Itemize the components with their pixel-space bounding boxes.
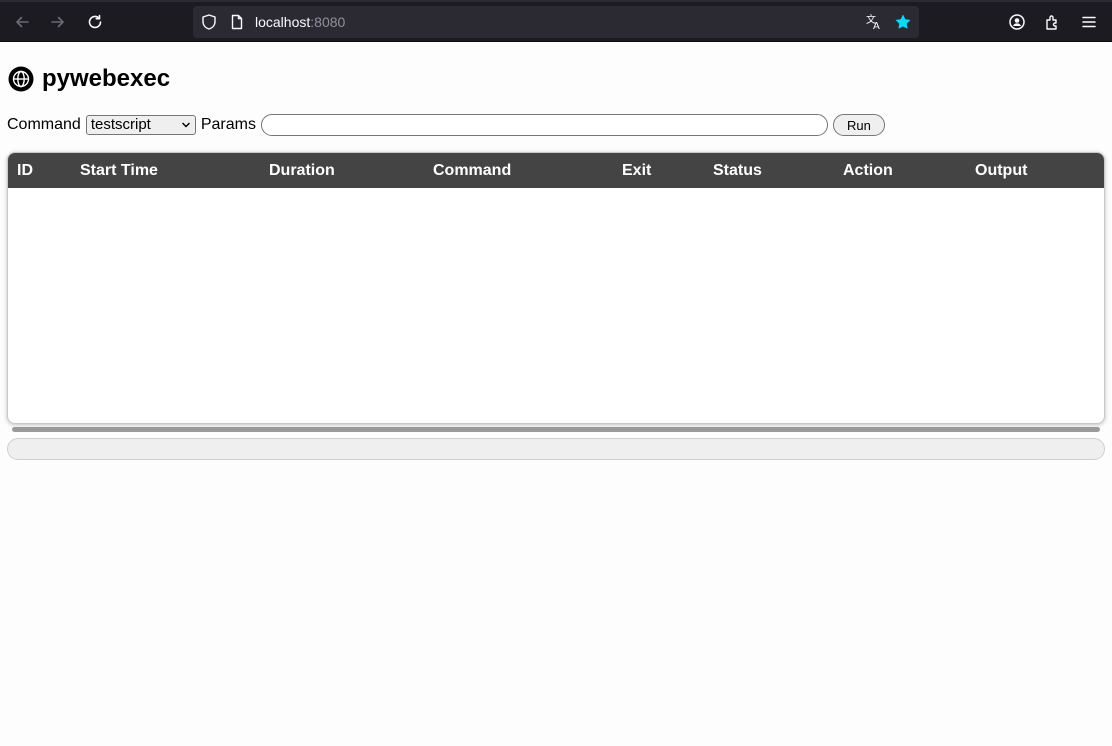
column-header-id[interactable]: ID	[17, 162, 33, 180]
url-bar[interactable]: localhost:8080 文A	[193, 6, 919, 38]
column-header-start-time[interactable]: Start Time	[80, 162, 158, 180]
column-header-action[interactable]: Action	[843, 162, 893, 180]
params-input[interactable]	[260, 114, 828, 136]
svg-text:A: A	[873, 21, 880, 31]
url-text[interactable]: localhost:8080	[255, 14, 345, 30]
table-header: ID Start Time Duration Command Exit Stat…	[8, 153, 1104, 188]
menu-icon	[1082, 16, 1096, 28]
page-icon[interactable]	[228, 13, 246, 31]
output-panel	[7, 438, 1105, 460]
app-header: pywebexec	[8, 64, 170, 94]
chevron-down-icon	[181, 122, 190, 128]
app-title: pywebexec	[42, 65, 171, 92]
forward-button[interactable]	[46, 10, 70, 34]
column-header-exit[interactable]: Exit	[622, 162, 651, 180]
forward-icon	[51, 16, 64, 28]
back-button[interactable]	[10, 10, 34, 34]
menu-button[interactable]	[1077, 10, 1101, 34]
translate-icon[interactable]: 文A	[865, 13, 883, 32]
url-host: localhost	[255, 14, 311, 30]
command-select-value: testscript	[90, 116, 151, 133]
command-form: Command testscript Params Run	[7, 113, 885, 137]
command-select[interactable]: testscript	[85, 115, 196, 135]
bookmark-star-icon[interactable]	[894, 13, 912, 31]
extensions-icon	[1046, 15, 1057, 30]
account-icon	[1009, 14, 1025, 30]
url-port: :8080	[310, 14, 346, 30]
extensions-button[interactable]	[1041, 10, 1065, 34]
run-button[interactable]: Run	[832, 114, 885, 136]
globe-icon	[8, 66, 34, 92]
reload-icon	[88, 14, 102, 29]
command-label: Command	[7, 116, 81, 133]
back-icon	[16, 16, 29, 28]
commands-table: ID Start Time Duration Command Exit Stat…	[7, 152, 1105, 424]
params-label: Params	[200, 116, 256, 133]
horizontal-scrollbar[interactable]	[12, 427, 1100, 432]
reload-button[interactable]	[83, 10, 107, 34]
column-header-duration[interactable]: Duration	[269, 162, 335, 180]
column-header-command[interactable]: Command	[433, 162, 511, 180]
column-header-output[interactable]: Output	[975, 162, 1027, 180]
account-button[interactable]	[1005, 10, 1029, 34]
shield-icon[interactable]	[200, 13, 218, 31]
page-content: pywebexec Command testscript Params Run …	[0, 42, 1112, 746]
column-header-status[interactable]: Status	[713, 162, 762, 180]
browser-toolbar: localhost:8080 文A	[0, 0, 1112, 42]
